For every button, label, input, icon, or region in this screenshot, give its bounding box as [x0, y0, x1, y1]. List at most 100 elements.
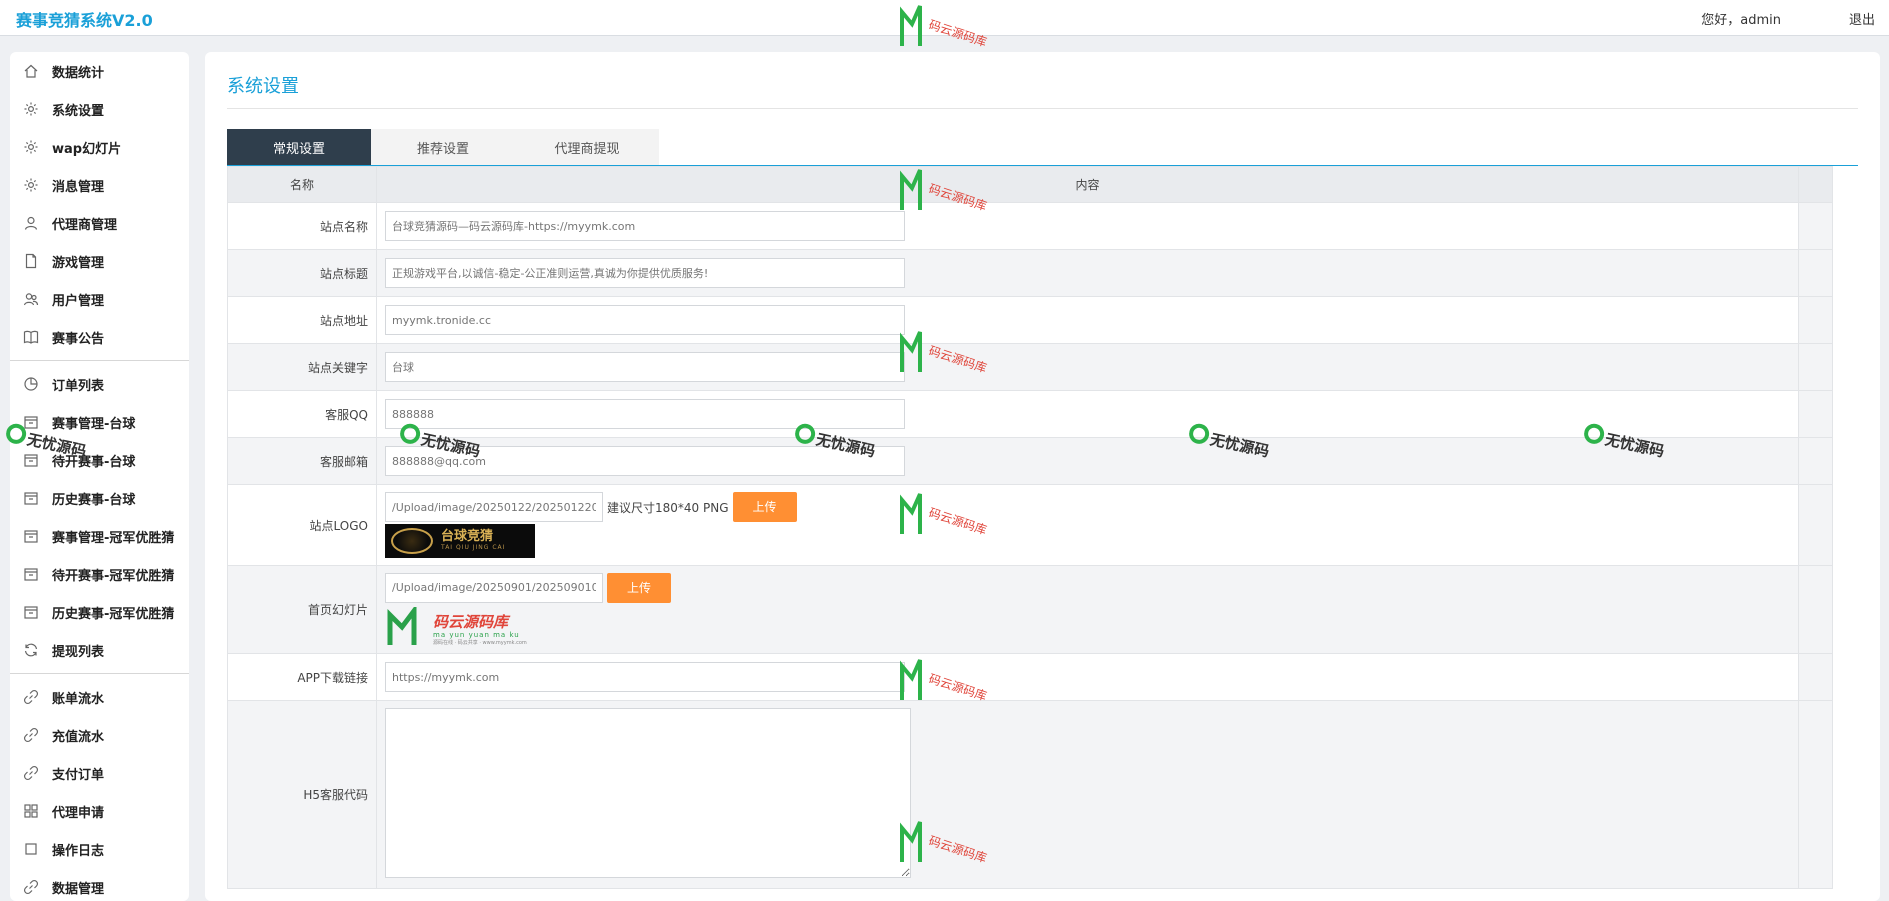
sidebar-item-users[interactable]: 用户管理 — [10, 280, 189, 318]
box-icon — [22, 413, 40, 431]
sidebar-item-label: 充值流水 — [52, 729, 105, 745]
myymk-logo-icon — [387, 606, 417, 645]
site-logo-path-input[interactable] — [385, 492, 603, 522]
box-icon — [22, 451, 40, 469]
tab-recommend-settings[interactable]: 推荐设置 — [371, 129, 515, 165]
sidebar-item-operation-log[interactable]: 操作日志 — [10, 830, 189, 868]
pie-chart-icon — [22, 375, 40, 393]
sidebar-item-recharge-flow[interactable]: 充值流水 — [10, 716, 189, 754]
sidebar-item-history-champion[interactable]: 历史赛事-冠军优胜猜 — [10, 593, 189, 631]
sidebar-item-label: 待开赛事-冠军优胜猜 — [52, 568, 175, 584]
sidebar-item-announcements[interactable]: 赛事公告 — [10, 318, 189, 356]
site-address-input[interactable] — [385, 305, 905, 335]
sidebar-item-data-stats[interactable]: 数据统计 — [10, 52, 189, 90]
field-label: 站点标题 — [227, 249, 377, 297]
link-icon — [22, 764, 40, 782]
column-header-content: 内容 — [376, 166, 1799, 203]
tab-agent-withdraw[interactable]: 代理商提现 — [515, 129, 659, 165]
site-name-input[interactable] — [385, 211, 905, 241]
sidebar-item-games[interactable]: 游戏管理 — [10, 242, 189, 280]
sidebar-item-label: 赛事公告 — [52, 331, 105, 347]
table-row: 站点标题 — [227, 249, 1833, 297]
home-slide-path-input[interactable] — [385, 572, 603, 603]
title-divider — [227, 108, 1858, 109]
sidebar-item-label: 支付订单 — [52, 767, 105, 783]
sidebar-item-pay-orders[interactable]: 支付订单 — [10, 754, 189, 792]
column-header-spacer — [1798, 166, 1833, 203]
sidebar-item-wap-slides[interactable]: wap幻灯片 — [10, 128, 189, 166]
sidebar-item-history-billiards[interactable]: 历史赛事-台球 — [10, 479, 189, 517]
field-label: 站点地址 — [227, 296, 377, 344]
sidebar-item-withdrawals[interactable]: 提现列表 — [10, 631, 189, 669]
slide-preview-text: 码云源码库 — [433, 612, 509, 631]
nav-group-events: 订单列表 赛事管理-台球 待开赛事-台球 历史赛事-台球 赛事管理-冠军优胜猜 … — [10, 365, 189, 674]
table-row: 客服邮箱 — [227, 437, 1833, 485]
table-row: 客服QQ — [227, 390, 1833, 438]
sidebar-item-label: 历史赛事-冠军优胜猜 — [52, 606, 175, 622]
app-download-input[interactable] — [385, 662, 905, 692]
sidebar-item-label: 订单列表 — [52, 378, 105, 394]
logout-link[interactable]: 退出 — [1849, 9, 1875, 28]
settings-table: 名称 内容 站点名称 站点标题 站点地址 站点关键字 客服QQ — [227, 166, 1833, 889]
sidebar-item-label: 提现列表 — [52, 644, 105, 660]
table-row: 站点地址 — [227, 296, 1833, 344]
main-panel: 系统设置 常规设置 推荐设置 代理商提现 名称 内容 站点名称 站点标题 站点地… — [205, 52, 1880, 901]
site-title-input[interactable] — [385, 258, 905, 288]
column-header-name: 名称 — [227, 166, 377, 203]
table-row: H5客服代码 — [227, 700, 1833, 889]
refresh-icon — [22, 641, 40, 659]
field-label: 站点LOGO — [227, 484, 377, 566]
sidebar-item-label: 代理商管理 — [52, 217, 118, 233]
sidebar-item-event-mgmt-champion[interactable]: 赛事管理-冠军优胜猜 — [10, 517, 189, 555]
table-row: 站点LOGO 建议尺寸180*40 PNG 上传 台球竞猜 TAI QIU JI… — [227, 484, 1833, 566]
sidebar-item-data-management[interactable]: 数据管理 — [10, 868, 189, 901]
upload-slide-button[interactable]: 上传 — [607, 572, 672, 603]
sidebar-item-label: 代理申请 — [52, 805, 105, 821]
user-greeting: 您好，admin — [1701, 13, 1781, 28]
sidebar-item-agent-apply[interactable]: 代理申请 — [10, 792, 189, 830]
tab-general-settings[interactable]: 常规设置 — [227, 129, 371, 165]
service-email-input[interactable] — [385, 446, 905, 476]
sidebar-item-upcoming-billiards[interactable]: 待开赛事-台球 — [10, 441, 189, 479]
sidebar-item-label: 赛事管理-台球 — [52, 416, 136, 432]
logo-size-hint: 建议尺寸180*40 PNG — [607, 500, 729, 515]
slide-preview-caption: 源码在线 · 码云共享 · www.myymk.com — [433, 639, 527, 646]
link-icon — [22, 726, 40, 744]
upload-logo-button[interactable]: 上传 — [732, 492, 797, 522]
field-label: H5客服代码 — [227, 700, 377, 889]
box-icon — [22, 565, 40, 583]
site-keywords-input[interactable] — [385, 352, 905, 382]
field-label: 客服邮箱 — [227, 437, 377, 485]
tab-bar: 常规设置 推荐设置 代理商提现 — [227, 129, 659, 165]
service-qq-input[interactable] — [385, 399, 905, 429]
sidebar-item-label: wap幻灯片 — [52, 141, 122, 157]
h5-service-code-textarea[interactable] — [385, 708, 911, 878]
grid-icon — [22, 802, 40, 820]
field-label: APP下载链接 — [227, 653, 377, 701]
sidebar-item-bill-flow[interactable]: 账单流水 — [10, 678, 189, 716]
file-icon — [22, 252, 40, 270]
home-icon — [22, 62, 40, 80]
table-row: APP下载链接 — [227, 653, 1833, 701]
sidebar-item-messages[interactable]: 消息管理 — [10, 166, 189, 204]
box-icon — [22, 527, 40, 545]
table-header-row: 名称 内容 — [227, 166, 1833, 203]
gear-icon — [22, 138, 40, 156]
user-icon — [22, 214, 40, 232]
sidebar-item-label: 操作日志 — [52, 843, 105, 859]
sidebar: 数据统计 系统设置 wap幻灯片 消息管理 代理商管理 游戏管理 用户管理 赛事… — [10, 52, 189, 901]
sidebar-item-orders[interactable]: 订单列表 — [10, 365, 189, 403]
sidebar-item-event-mgmt-billiards[interactable]: 赛事管理-台球 — [10, 403, 189, 441]
sidebar-item-label: 游戏管理 — [52, 255, 105, 271]
page-title: 系统设置 — [227, 76, 299, 97]
sidebar-item-label: 待开赛事-台球 — [52, 454, 136, 470]
sidebar-item-system-settings[interactable]: 系统设置 — [10, 90, 189, 128]
home-slide-preview: 码云源码库 ma yun yuan ma ku 源码在线 · 码云共享 · ww… — [385, 605, 1790, 647]
sidebar-item-upcoming-champion[interactable]: 待开赛事-冠军优胜猜 — [10, 555, 189, 593]
users-icon — [22, 290, 40, 308]
sidebar-item-agents[interactable]: 代理商管理 — [10, 204, 189, 242]
nav-group-finance: 账单流水 充值流水 支付订单 代理申请 操作日志 数据管理 — [10, 678, 189, 901]
link-icon — [22, 878, 40, 896]
sidebar-item-label: 数据统计 — [52, 65, 105, 81]
nav-group-system: 数据统计 系统设置 wap幻灯片 消息管理 代理商管理 游戏管理 用户管理 赛事… — [10, 52, 189, 361]
